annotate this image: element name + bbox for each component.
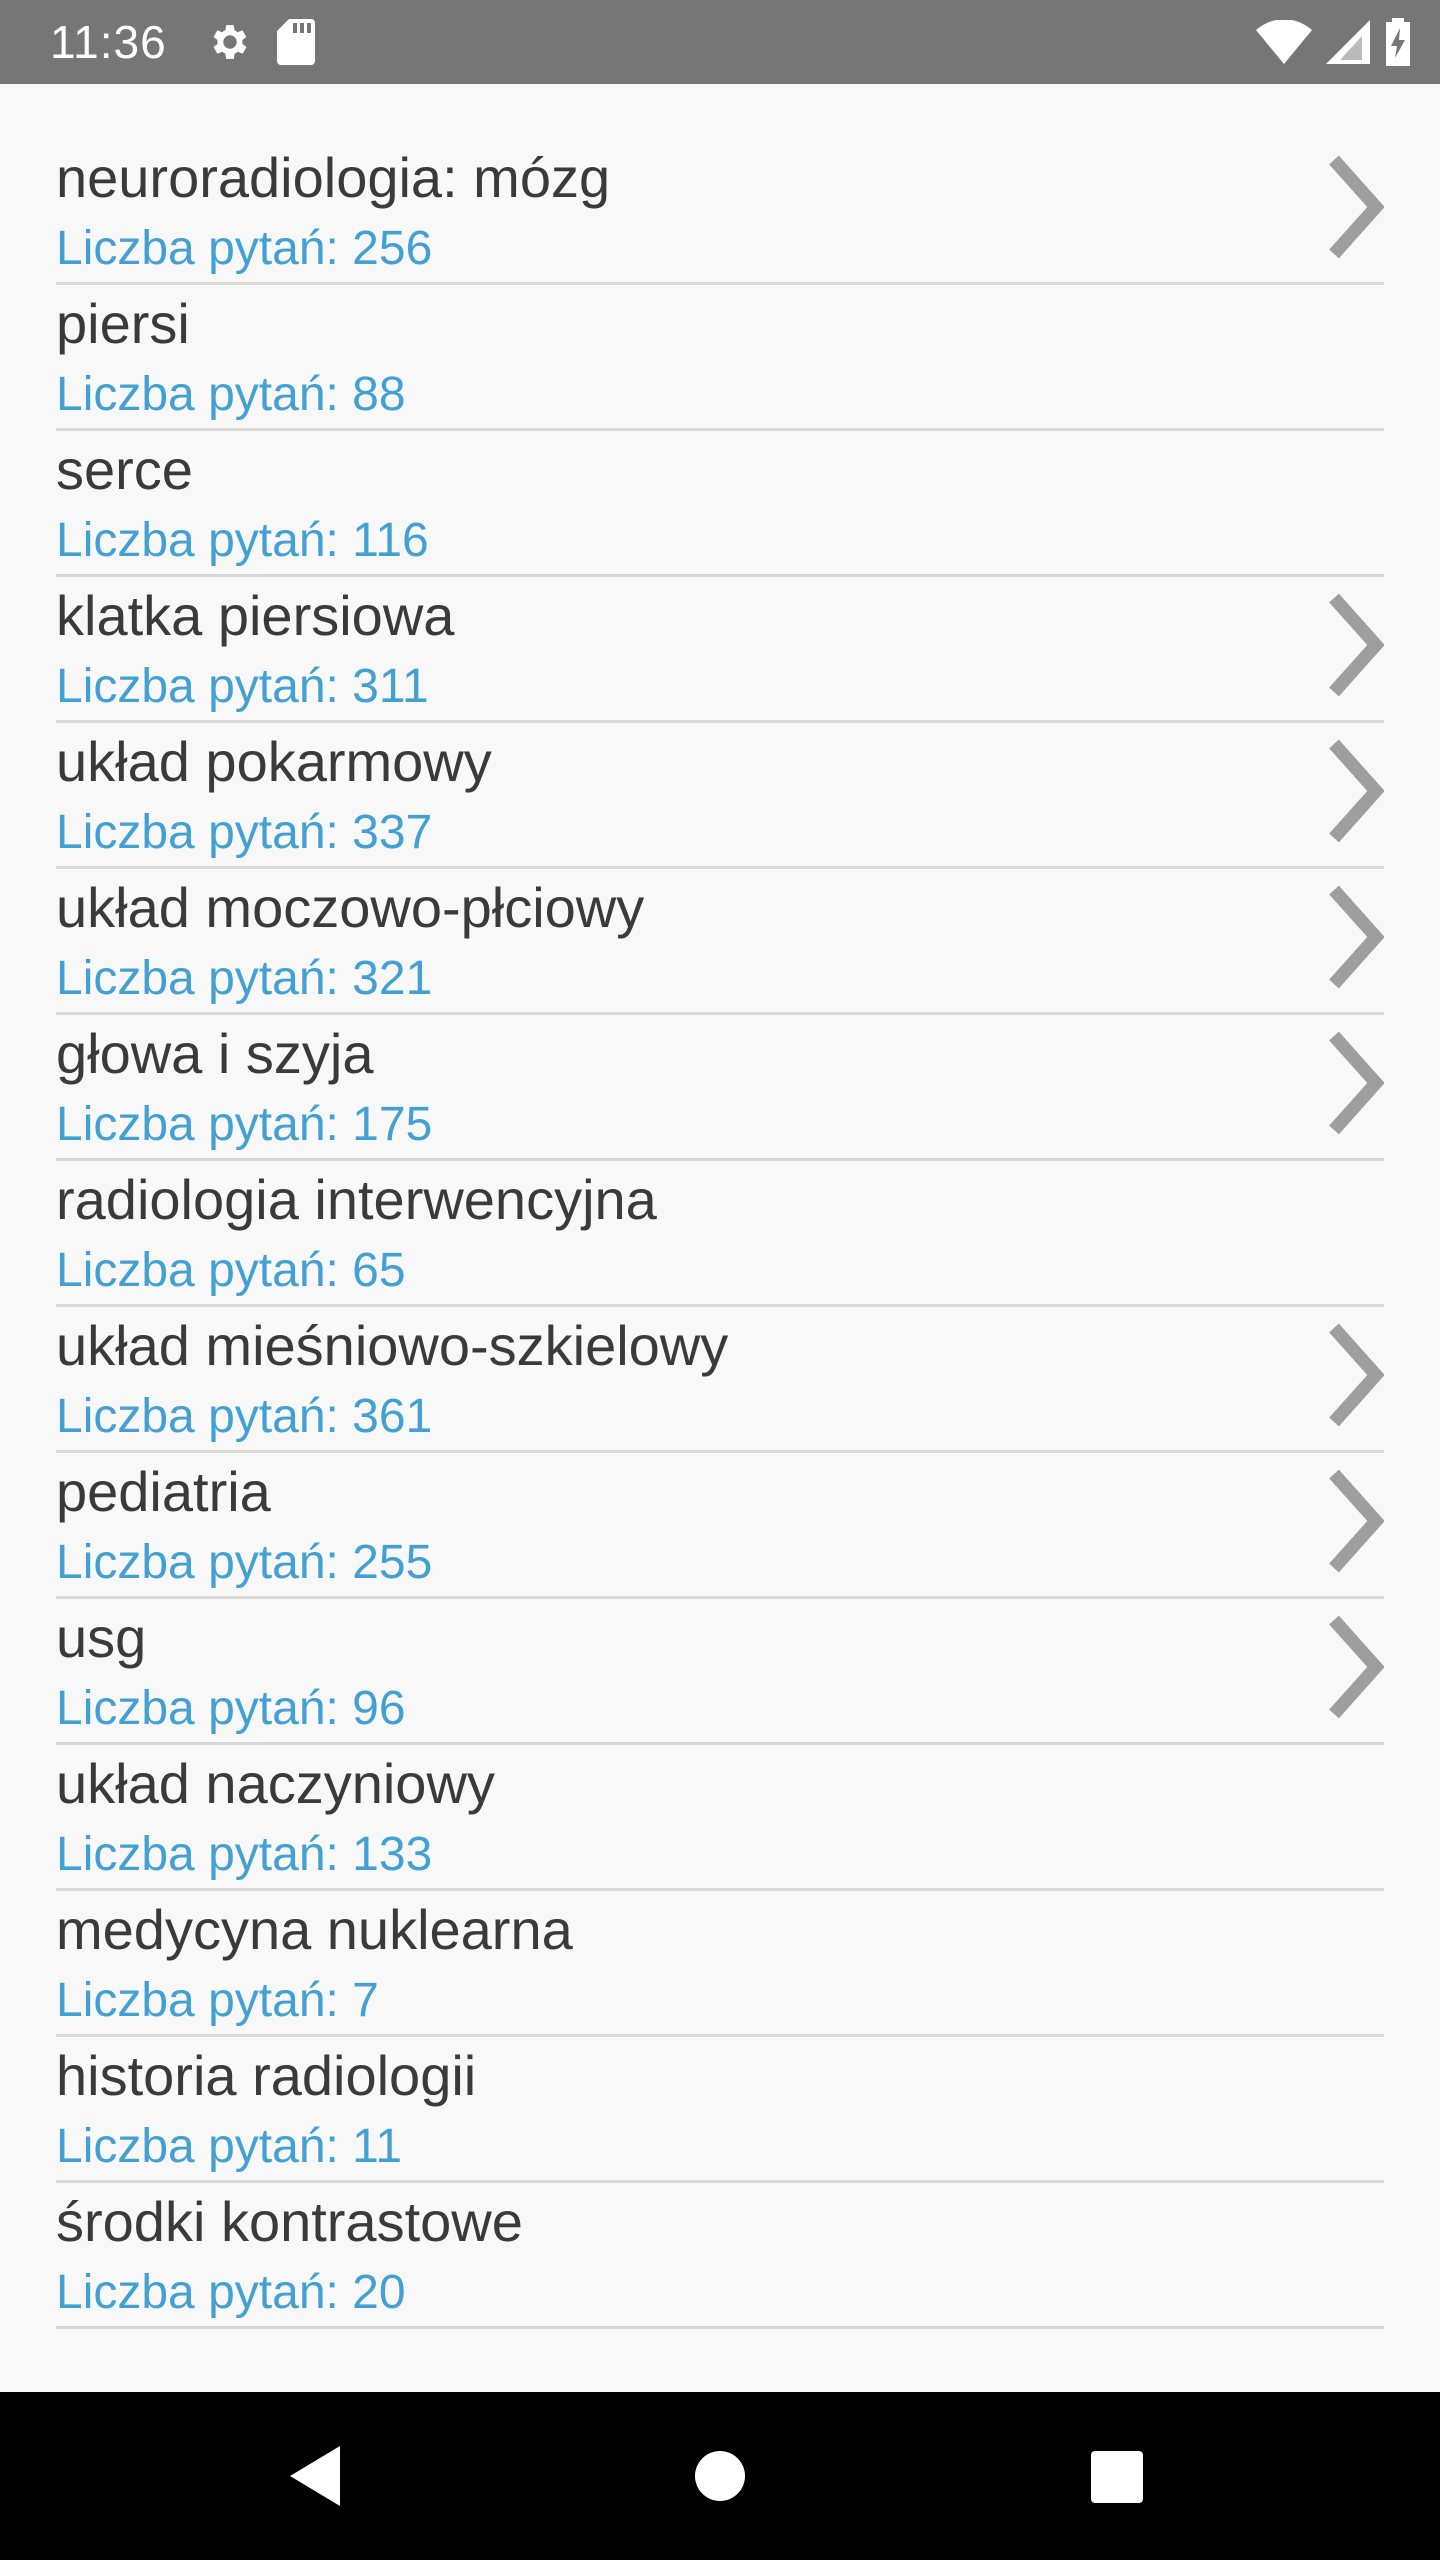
category-title: głowa i szyja	[56, 1022, 374, 1085]
question-count: Liczba pytań: 20	[56, 2266, 406, 2319]
category-row-3[interactable]: serce Liczba pytań: 116	[56, 431, 1384, 577]
category-title: środki kontrastowe	[56, 2190, 523, 2253]
chevron-right-icon[interactable]	[1324, 1466, 1384, 1576]
chevron-right-icon[interactable]	[1324, 1612, 1384, 1722]
category-title: układ pokarmowy	[56, 730, 492, 793]
category-row-10[interactable]: pediatria Liczba pytań: 255	[56, 1453, 1384, 1599]
battery-charging-icon	[1384, 18, 1412, 66]
category-row-8[interactable]: radiologia interwencyjna Liczba pytań: 6…	[56, 1161, 1384, 1307]
question-count: Liczba pytań: 255	[56, 1536, 433, 1589]
category-row-2[interactable]: piersi Liczba pytań: 88	[56, 285, 1384, 431]
category-row-7[interactable]: głowa i szyja Liczba pytań: 175	[56, 1015, 1384, 1161]
question-count: Liczba pytań: 116	[56, 514, 429, 567]
sd-card-icon	[276, 19, 315, 65]
recents-icon[interactable]	[1090, 2450, 1144, 2504]
category-title: radiologia interwencyjna	[56, 1168, 657, 1231]
category-title: układ moczowo-płciowy	[56, 876, 645, 939]
category-title: klatka piersiowa	[56, 584, 455, 647]
signal-icon	[1326, 20, 1370, 64]
question-count: Liczba pytań: 175	[56, 1098, 433, 1151]
chevron-right-icon[interactable]	[1324, 1320, 1384, 1430]
chevron-right-icon[interactable]	[1324, 736, 1384, 846]
question-count: Liczba pytań: 96	[56, 1682, 406, 1735]
category-row-5[interactable]: układ pokarmowy Liczba pytań: 337	[56, 723, 1384, 869]
question-count: Liczba pytań: 337	[56, 806, 433, 859]
question-count: Liczba pytań: 65	[56, 1244, 406, 1297]
status-right-icons	[1256, 18, 1412, 66]
question-count: Liczba pytań: 361	[56, 1390, 433, 1443]
category-title: piersi	[56, 292, 190, 355]
category-row-15[interactable]: środki kontrastowe Liczba pytań: 20	[56, 2183, 1384, 2329]
category-row-9[interactable]: układ mieśniowo-szkielowy Liczba pytań: …	[56, 1307, 1384, 1453]
category-title: historia radiologii	[56, 2044, 477, 2107]
category-row-1[interactable]: neuroradiologia: mózg Liczba pytań: 256	[56, 84, 1384, 285]
question-count: Liczba pytań: 133	[56, 1828, 433, 1881]
category-row-13[interactable]: medycyna nuklearna Liczba pytań: 7	[56, 1891, 1384, 2037]
navigation-bar	[0, 2392, 1440, 2560]
chevron-right-icon[interactable]	[1324, 1028, 1384, 1138]
question-count: Liczba pytań: 7	[56, 1974, 379, 2027]
question-count: Liczba pytań: 311	[56, 660, 429, 713]
category-title: pediatria	[56, 1460, 271, 1523]
category-row-6[interactable]: układ moczowo-płciowy Liczba pytań: 321	[56, 869, 1384, 1015]
category-title: usg	[56, 1606, 147, 1669]
home-icon[interactable]	[694, 2450, 746, 2502]
chevron-right-icon[interactable]	[1324, 882, 1384, 992]
category-title: układ mieśniowo-szkielowy	[56, 1314, 729, 1377]
status-time: 11:36	[50, 16, 167, 68]
category-title: neuroradiologia: mózg	[56, 146, 611, 209]
status-bar: 11:36	[0, 0, 1440, 84]
category-list: neuroradiologia: mózg Liczba pytań: 256 …	[56, 84, 1384, 2329]
gear-icon	[207, 19, 253, 65]
category-row-14[interactable]: historia radiologii Liczba pytań: 11	[56, 2037, 1384, 2183]
category-row-11[interactable]: usg Liczba pytań: 96	[56, 1599, 1384, 1745]
chevron-right-icon[interactable]	[1324, 590, 1384, 700]
category-row-4[interactable]: klatka piersiowa Liczba pytań: 311	[56, 577, 1384, 723]
category-row-12[interactable]: układ naczyniowy Liczba pytań: 133	[56, 1745, 1384, 1891]
question-count: Liczba pytań: 11	[56, 2120, 403, 2173]
category-title: serce	[56, 438, 193, 501]
question-count: Liczba pytań: 256	[56, 222, 433, 275]
question-count: Liczba pytań: 321	[56, 952, 433, 1005]
chevron-right-icon[interactable]	[1324, 152, 1384, 262]
back-icon[interactable]	[288, 2444, 344, 2508]
status-left-icons	[207, 19, 315, 65]
wifi-icon	[1256, 20, 1312, 64]
category-title: układ naczyniowy	[56, 1752, 495, 1815]
question-count: Liczba pytań: 88	[56, 368, 406, 421]
category-title: medycyna nuklearna	[56, 1898, 573, 1961]
